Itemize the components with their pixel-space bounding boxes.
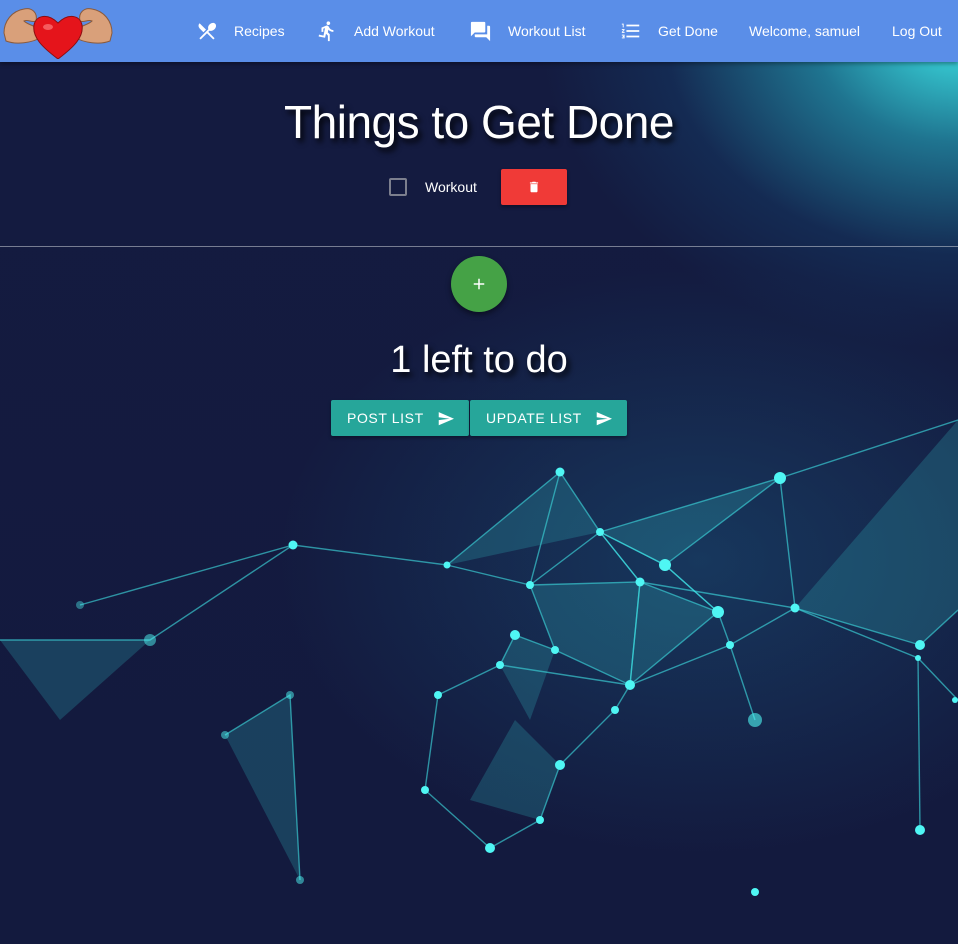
nav-recipes-label: Recipes [234,23,285,39]
trash-icon [529,181,539,193]
muscle-heart-icon[interactable] [2,3,114,60]
top-navbar: Recipes Add Workout Workout List Get Don… [0,0,958,62]
update-list-label: UPDATE LIST [486,410,582,426]
delete-button[interactable] [501,169,567,205]
add-todo-button[interactable] [451,256,507,312]
page-title: Things to Get Done [284,96,674,148]
divider [0,246,958,247]
running-person-icon [318,21,334,42]
send-icon [596,412,612,426]
nav-get-done-label: Get Done [658,23,718,39]
welcome-text: Welcome, samuel [749,23,861,39]
fork-spoon-icon [198,22,217,40]
plus-icon [473,278,485,290]
todo-label: Workout [425,179,477,195]
todo-checkbox[interactable] [389,178,407,196]
nav-recipes[interactable]: Recipes [196,0,285,62]
send-icon [438,412,454,426]
nav-add-workout-label: Add Workout [354,23,435,39]
chat-bubbles-icon [470,21,491,41]
logout-link[interactable]: Log Out [892,0,942,62]
nav-get-done[interactable]: Get Done [620,0,718,62]
remaining-count: 1 left to do [390,339,568,381]
nav-workout-list[interactable]: Workout List [469,0,586,62]
list-icon [621,23,640,39]
nav-workout-list-label: Workout List [508,23,586,39]
post-list-button[interactable]: POST LIST [331,400,469,436]
nav-add-workout[interactable]: Add Workout [316,0,435,62]
update-list-button[interactable]: UPDATE LIST [470,400,627,436]
post-list-label: POST LIST [347,410,424,426]
todo-item: Workout [389,169,567,205]
